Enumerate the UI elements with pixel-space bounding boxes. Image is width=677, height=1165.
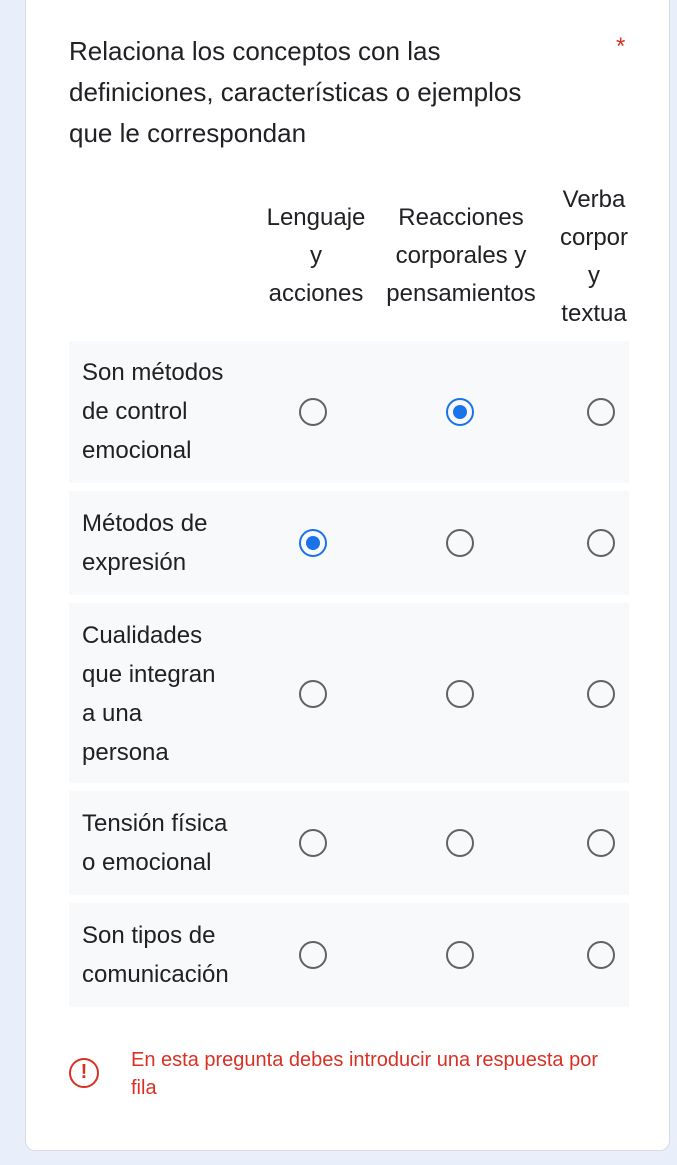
radio-button[interactable] bbox=[446, 829, 474, 857]
radio-button[interactable] bbox=[587, 680, 615, 708]
radio-button[interactable] bbox=[446, 680, 474, 708]
radio-button[interactable] bbox=[446, 529, 474, 557]
column-header: Verba corpor y textua bbox=[559, 186, 629, 327]
radio-button[interactable] bbox=[299, 529, 327, 557]
radio-button[interactable] bbox=[587, 941, 615, 969]
required-asterisk: * bbox=[616, 33, 626, 60]
radio-button[interactable] bbox=[299, 829, 327, 857]
grid-row: Son tipos de comunicación bbox=[69, 903, 629, 1007]
radio-button[interactable] bbox=[299, 680, 327, 708]
grid-row: Cualidades que integran a una persona bbox=[69, 603, 629, 783]
radio-button[interactable] bbox=[587, 398, 615, 426]
error-message: En esta pregunta debes introducir una re… bbox=[131, 1049, 598, 1099]
grid-row: Son métodos de control emocional bbox=[69, 341, 629, 483]
radio-button[interactable] bbox=[587, 829, 615, 857]
grid-row: Métodos de expresión bbox=[69, 491, 629, 595]
error-icon: ! bbox=[69, 1058, 99, 1088]
grid-row: Tensión física o emocional bbox=[69, 791, 629, 895]
radio-button[interactable] bbox=[446, 398, 474, 426]
row-label: Son tipos de comunicación bbox=[82, 922, 229, 988]
radio-button[interactable] bbox=[299, 941, 327, 969]
radio-button[interactable] bbox=[446, 941, 474, 969]
question-title: Relaciona los conceptos con las definici… bbox=[69, 36, 522, 148]
column-headers: Lenguaje y acciones Reacciones corporale… bbox=[69, 181, 629, 341]
radio-button[interactable] bbox=[299, 398, 327, 426]
row-label: Métodos de expresión bbox=[82, 510, 208, 576]
question-card: Relaciona los conceptos con las definici… bbox=[25, 0, 670, 1151]
row-label: Tensión física o emocional bbox=[82, 810, 228, 876]
column-header: Lenguaje y acciones bbox=[266, 204, 366, 307]
validation-error: ! En esta pregunta debes introducir una … bbox=[69, 1046, 629, 1106]
radio-button[interactable] bbox=[587, 529, 615, 557]
column-header: Reacciones corporales y pensamientos bbox=[386, 204, 536, 307]
row-label: Cualidades que integran a una persona bbox=[82, 622, 216, 766]
choice-grid: Lenguaje y acciones Reacciones corporale… bbox=[69, 181, 629, 1007]
row-label: Son métodos de control emocional bbox=[82, 359, 224, 464]
